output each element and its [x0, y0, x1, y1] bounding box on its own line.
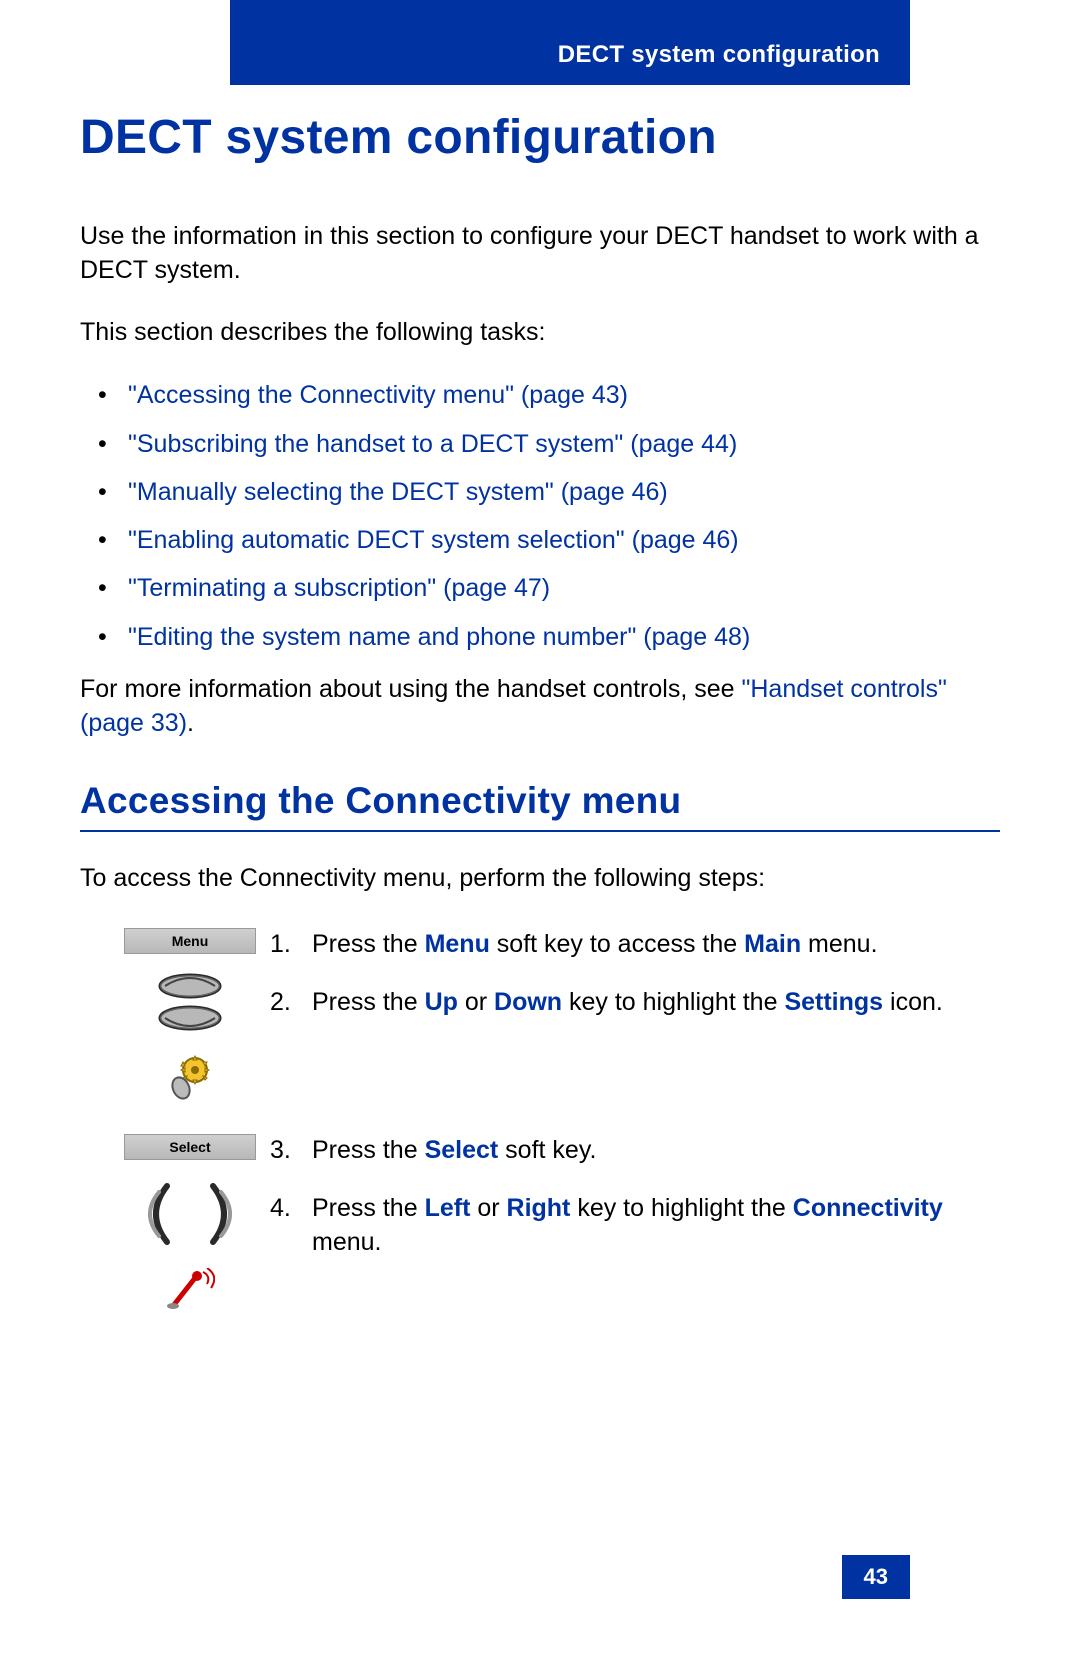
header-bar: DECT system configuration	[230, 0, 910, 85]
section-intro: To access the Connectivity menu, perform…	[80, 862, 1000, 896]
text-column: 1. Press the Menu soft key to access the…	[270, 928, 1000, 1020]
step-number: 1.	[270, 928, 312, 962]
keyword-settings: Settings	[784, 988, 883, 1016]
task-item: "Terminating a subscription" (page 47)	[80, 570, 1000, 606]
step-text: Press the Select soft key.	[312, 1134, 1000, 1168]
page-number: 43	[842, 1555, 910, 1599]
page-content: DECT system configuration Use the inform…	[80, 110, 1000, 1324]
icon-column: Menu	[80, 928, 270, 1102]
task-link[interactable]: "Enabling automatic DECT system selectio…	[128, 526, 739, 554]
keyword-menu: Menu	[425, 930, 490, 958]
step-4: 4. Press the Left or Right key to highli…	[270, 1192, 1000, 1260]
menu-softkey-button: Menu	[124, 928, 256, 954]
select-softkey-button: Select	[124, 1134, 256, 1160]
keyword-connectivity: Connectivity	[793, 1194, 943, 1222]
settings-gear-icon	[165, 1052, 215, 1102]
step-2: 2. Press the Up or Down key to highlight…	[270, 986, 1000, 1020]
keyword-main: Main	[744, 930, 801, 958]
connectivity-antenna-icon	[165, 1268, 215, 1312]
step-3: 3. Press the Select soft key.	[270, 1134, 1000, 1168]
keyword-right: Right	[507, 1194, 571, 1222]
keyword-down: Down	[494, 988, 562, 1016]
page-title: DECT system configuration	[80, 110, 1000, 165]
section-heading: Accessing the Connectivity menu	[80, 780, 1000, 822]
step-text: Press the Menu soft key to access the Ma…	[312, 928, 1000, 962]
task-link[interactable]: "Editing the system name and phone numbe…	[128, 623, 750, 651]
section-rule	[80, 830, 1000, 832]
task-link[interactable]: "Terminating a subscription" (page 47)	[128, 574, 550, 602]
header-title: DECT system configuration	[558, 41, 880, 69]
steps-table: Menu 1.	[80, 928, 1000, 1324]
icon-column: Select	[80, 1134, 270, 1312]
task-item: "Enabling automatic DECT system selectio…	[80, 522, 1000, 558]
intro-paragraph-2: This section describes the following tas…	[80, 316, 1000, 350]
step-text: Press the Left or Right key to highlight…	[312, 1192, 1000, 1260]
step-number: 4.	[270, 1192, 312, 1260]
task-item: "Manually selecting the DECT system" (pa…	[80, 474, 1000, 510]
step-group-2: Select 3.	[80, 1134, 1000, 1312]
task-list: "Accessing the Connectivity menu" (page …	[80, 377, 1000, 655]
text-column: 3. Press the Select soft key. 4. Press t…	[270, 1134, 1000, 1259]
step-number: 3.	[270, 1134, 312, 1168]
more-info-prefix: For more information about using the han…	[80, 675, 741, 703]
keyword-up: Up	[425, 988, 458, 1016]
keyword-left: Left	[425, 1194, 471, 1222]
task-item: "Editing the system name and phone numbe…	[80, 619, 1000, 655]
step-text: Press the Up or Down key to highlight th…	[312, 986, 1000, 1020]
task-item: "Subscribing the handset to a DECT syste…	[80, 426, 1000, 462]
more-info-suffix: .	[187, 709, 194, 737]
left-right-nav-icon	[135, 1174, 245, 1254]
step-group-1: Menu 1.	[80, 928, 1000, 1102]
task-item: "Accessing the Connectivity menu" (page …	[80, 377, 1000, 413]
task-link[interactable]: "Subscribing the handset to a DECT syste…	[128, 430, 737, 458]
task-link[interactable]: "Manually selecting the DECT system" (pa…	[128, 478, 668, 506]
step-1: 1. Press the Menu soft key to access the…	[270, 928, 1000, 962]
task-link[interactable]: "Accessing the Connectivity menu" (page …	[128, 381, 628, 409]
more-info-paragraph: For more information about using the han…	[80, 673, 1000, 741]
intro-paragraph-1: Use the information in this section to c…	[80, 220, 1000, 288]
keyword-select: Select	[425, 1136, 499, 1164]
up-down-nav-icon	[150, 968, 230, 1038]
step-number: 2.	[270, 986, 312, 1020]
